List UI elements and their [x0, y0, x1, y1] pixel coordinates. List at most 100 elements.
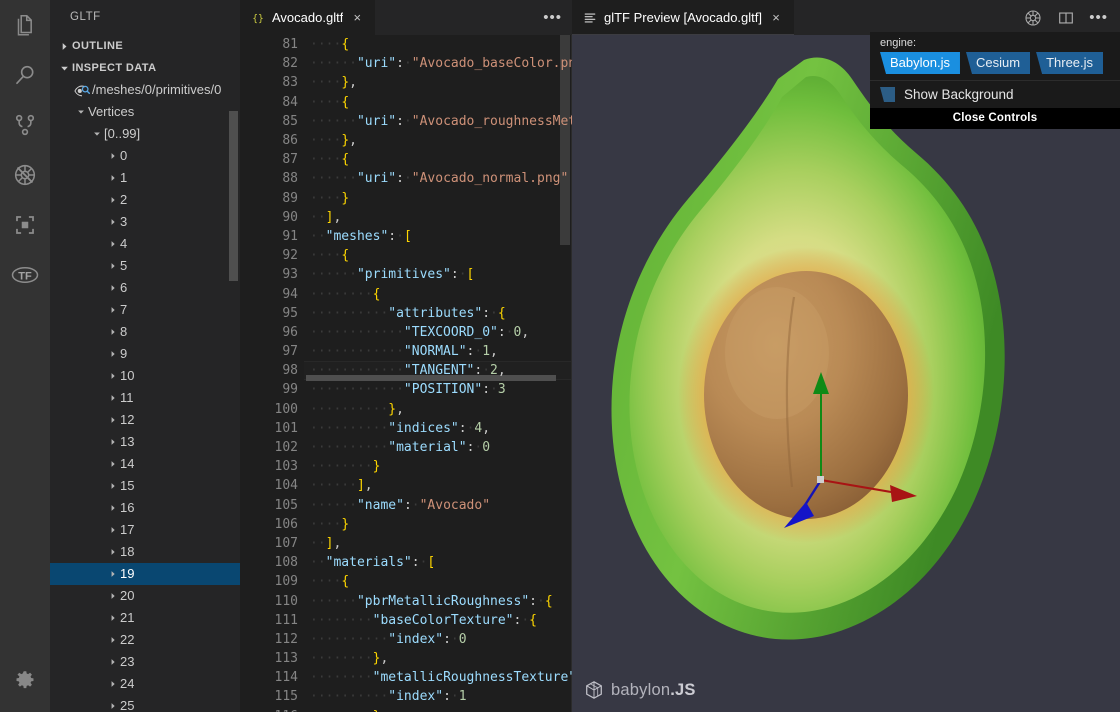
editor-more-actions-icon[interactable]: ••• [543, 10, 562, 25]
tree-row[interactable]: 18 [50, 541, 240, 563]
code-line[interactable]: 112 ··········"index":·0 [240, 630, 572, 649]
code-editor[interactable]: 81 ····{82 ······"uri":·"Avocado_baseColor… [240, 35, 572, 712]
tab-close-icon[interactable]: × [768, 10, 784, 26]
tree-row[interactable]: 23 [50, 651, 240, 673]
code-line[interactable]: 87 ····{ [240, 150, 572, 169]
tree-row[interactable]: 9 [50, 343, 240, 365]
code-line[interactable]: 85 ······"uri":·"Avocado_roughnessMeta [240, 112, 572, 131]
tree-row[interactable]: 11 [50, 387, 240, 409]
code-token-ws: ········ [310, 612, 373, 628]
code-line-text: ····} [298, 517, 349, 532]
code-line[interactable]: 94 ········{ [240, 284, 572, 303]
tree-row-selected[interactable]: 19 [50, 563, 240, 585]
code-line[interactable]: 111 ········"baseColorTexture":·{ [240, 611, 572, 630]
code-line-text: ············"TEXCOORD_0":·0, [298, 325, 529, 340]
activity-item-search[interactable] [0, 50, 50, 100]
tree-row[interactable]: 0 [50, 145, 240, 167]
code-line[interactable]: 115 ··········"index":·1 [240, 687, 572, 706]
tree-row[interactable]: Vertices [50, 101, 240, 123]
tree-row[interactable]: 16 [50, 497, 240, 519]
tree-scrollbar[interactable] [229, 111, 238, 281]
tree-row[interactable]: 3 [50, 211, 240, 233]
gltf-debug-icon[interactable] [1023, 8, 1043, 28]
code-line[interactable]: 96 ············"TEXCOORD_0":·0, [240, 323, 572, 342]
tree-row[interactable]: 7 [50, 299, 240, 321]
code-line[interactable]: 84 ····{ [240, 93, 572, 112]
tree-row[interactable]: 6 [50, 277, 240, 299]
engine-button-cesium[interactable]: Cesium [965, 52, 1031, 74]
code-line[interactable]: 88 ······"uri":·"Avocado_normal.png" [240, 169, 572, 188]
show-background-checkbox[interactable] [880, 87, 895, 102]
code-line[interactable]: 93 ······"primitives":·[ [240, 265, 572, 284]
split-editor-icon[interactable] [1057, 9, 1075, 27]
code-line[interactable]: 83 ····}, [240, 73, 572, 92]
code-line[interactable]: 113 ········}, [240, 649, 572, 668]
tab-avocado-gltf[interactable]: {} Avocado.gltf × [240, 0, 377, 35]
code-line[interactable]: 104 ······], [240, 476, 572, 495]
code-line[interactable]: 100 ··········}, [240, 400, 572, 419]
code-line[interactable]: 99 ············"POSITION":·3 [240, 380, 572, 399]
tree-row[interactable]: [0..99] [50, 123, 240, 145]
tree-row[interactable]: 17 [50, 519, 240, 541]
tree-row[interactable]: 1 [50, 167, 240, 189]
code-line[interactable]: 89 ····} [240, 189, 572, 208]
tree-row[interactable]: /meshes/0/primitives/0 [50, 79, 240, 101]
code-line[interactable]: 97 ············"NORMAL":·1, [240, 342, 572, 361]
activity-item-run-and-debug[interactable] [0, 150, 50, 200]
code-line[interactable]: 92 ····{ [240, 246, 572, 265]
tree-row[interactable]: 14 [50, 453, 240, 475]
code-line[interactable]: 103 ········} [240, 457, 572, 476]
code-line[interactable]: 114 ········"metallicRoughnessTexture" [240, 668, 572, 687]
tree-row[interactable]: 5 [50, 255, 240, 277]
tree-row[interactable]: 4 [50, 233, 240, 255]
tab-close-icon[interactable]: × [349, 10, 365, 26]
tab-gltf-preview[interactable]: glTF Preview [Avocado.gltf] × [572, 0, 795, 35]
code-line[interactable]: 105 ······"name":·"Avocado" [240, 496, 572, 515]
activity-item-settings[interactable] [0, 656, 50, 706]
tree-row[interactable]: 22 [50, 629, 240, 651]
activity-item-explorer[interactable] [0, 0, 50, 50]
tree-row[interactable]: 21 [50, 607, 240, 629]
code-line[interactable]: 110 ······"pbrMetallicRoughness":·{ [240, 591, 572, 610]
editor-more-actions-icon[interactable]: ••• [1089, 10, 1108, 25]
tree-row[interactable]: 25 [50, 695, 240, 712]
tree-row[interactable]: 20 [50, 585, 240, 607]
code-token-ws: ······ [310, 267, 357, 283]
code-line[interactable]: 101 ··········"indices":·4, [240, 419, 572, 438]
engine-button-babylonjs[interactable]: Babylon.js [880, 52, 960, 74]
preview-controls-panel: engine: Babylon.js Cesium Three.js Show … [870, 32, 1120, 129]
code-line[interactable]: 108 ··"materials":·[ [240, 553, 572, 572]
close-controls-button[interactable]: Close Controls [870, 108, 1120, 129]
code-line[interactable]: 109 ····{ [240, 572, 572, 591]
activity-item-tensorflow[interactable]: TF [0, 250, 50, 300]
code-line[interactable]: 107 ··], [240, 534, 572, 553]
sidebar-section-outline[interactable]: OUTLINE [50, 35, 240, 57]
show-background-row[interactable]: Show Background [870, 81, 1120, 108]
code-line[interactable]: 95 ··········"attributes":·{ [240, 304, 572, 323]
engine-button-threejs[interactable]: Three.js [1036, 52, 1104, 74]
tree-row[interactable]: 24 [50, 673, 240, 695]
code-line[interactable]: 106 ····} [240, 515, 572, 534]
tree-row[interactable]: 2 [50, 189, 240, 211]
code-line[interactable]: 116········} [240, 707, 572, 712]
gltf-preview-pane[interactable]: babylon.JS [572, 35, 1120, 712]
activity-item-source-control[interactable] [0, 100, 50, 150]
activity-item-extensions[interactable] [0, 200, 50, 250]
inspect-data-tree[interactable]: /meshes/0/primitives/0 Vertices [0..99] 0 1 2… [50, 79, 240, 712]
code-line[interactable]: 91 ··"meshes":·[ [240, 227, 572, 246]
tree-row[interactable]: 8 [50, 321, 240, 343]
chevron-right-icon [106, 673, 120, 695]
code-line[interactable]: 90 ··], [240, 208, 572, 227]
tree-row[interactable]: 13 [50, 431, 240, 453]
code-line[interactable]: 102 ··········"material":·0 [240, 438, 572, 457]
code-line[interactable]: 81 ····{ [240, 35, 572, 54]
sidebar-section-inspect-data[interactable]: INSPECT DATA [50, 57, 240, 79]
code-token-brkt1: } [388, 401, 397, 417]
babylon-canvas[interactable]: babylon.JS [572, 35, 1120, 712]
code-line-text: ····{ [298, 574, 349, 589]
tree-row[interactable]: 10 [50, 365, 240, 387]
code-line[interactable]: 82 ······"uri":·"Avocado_baseColor.png [240, 54, 572, 73]
code-line[interactable]: 86 ····}, [240, 131, 572, 150]
tree-row[interactable]: 15 [50, 475, 240, 497]
tree-row[interactable]: 12 [50, 409, 240, 431]
